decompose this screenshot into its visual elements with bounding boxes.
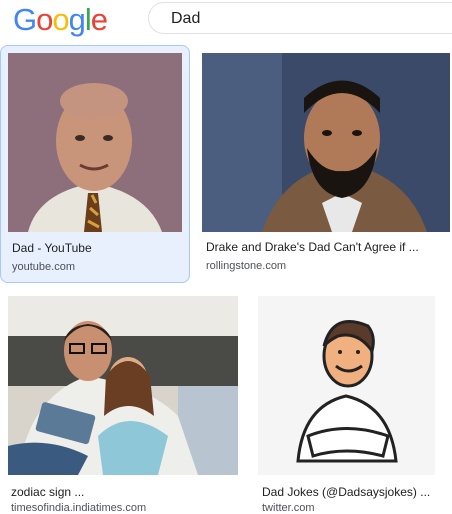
- result-title[interactable]: Dad - YouTube: [12, 241, 92, 255]
- result-title[interactable]: zodiac sign ...: [11, 485, 84, 499]
- result-title[interactable]: Drake and Drake's Dad Can't Agree if ...: [206, 240, 419, 254]
- result-thumbnail[interactable]: [258, 296, 435, 475]
- result-title[interactable]: Dad Jokes (@Dadsaysjokes) ...: [262, 485, 430, 499]
- result-source: timesofindia.indiatimes.com: [11, 502, 147, 514]
- result-source: youtube.com: [12, 261, 75, 273]
- image-result-card[interactable]: Dad - YouTube youtube.com: [0, 45, 190, 283]
- logo-letter: o: [52, 2, 69, 37]
- result-thumbnail[interactable]: [8, 296, 238, 475]
- image-result-card[interactable]: Dad Jokes (@Dadsaysjokes) ... twitter.co…: [250, 288, 452, 514]
- image-result-card[interactable]: Drake and Drake's Dad Can't Agree if ...…: [199, 45, 452, 281]
- logo-letter: o: [36, 2, 53, 37]
- result-source: rollingstone.com: [206, 260, 287, 272]
- search-input[interactable]: [169, 9, 423, 29]
- result-thumbnail[interactable]: [202, 53, 450, 232]
- result-source: twitter.com: [262, 502, 315, 514]
- image-result-card[interactable]: zodiac sign ... timesofindia.indiatimes.…: [0, 288, 245, 514]
- logo-letter: g: [68, 2, 86, 37]
- logo-letter: e: [90, 2, 108, 37]
- result-thumbnail[interactable]: [8, 53, 182, 232]
- google-logo[interactable]: Google: [13, 2, 108, 38]
- logo-letter: G: [13, 2, 37, 37]
- search-box[interactable]: [148, 2, 452, 34]
